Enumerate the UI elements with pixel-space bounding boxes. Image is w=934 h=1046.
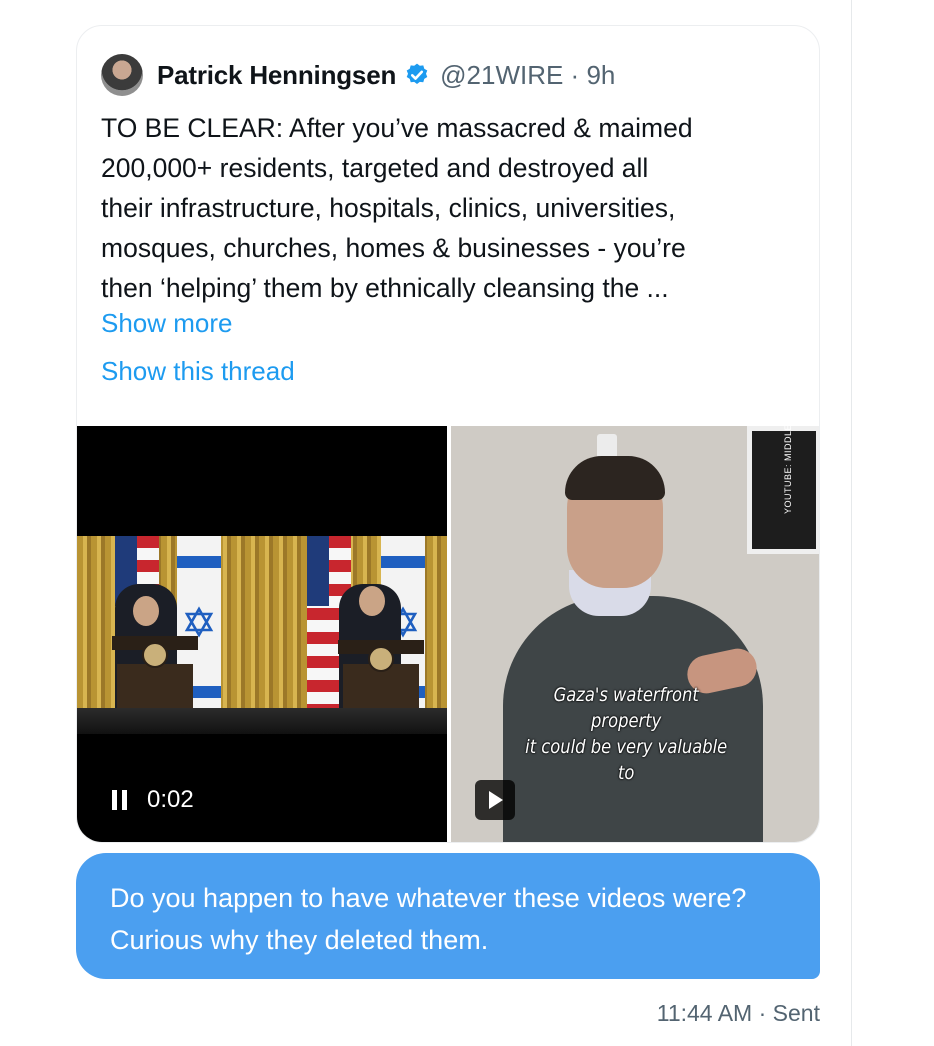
avatar[interactable] [101,54,143,96]
right-divider [851,0,852,1046]
show-more-link[interactable]: Show more [101,308,233,339]
tweet-header: Patrick Henningsen @21WIRE · 9h [101,54,615,96]
meta-separator: · [758,1000,767,1026]
message-bubble[interactable]: Do you happen to have whatever these vid… [76,853,820,979]
video-caption: Gaza's waterfront property it could be v… [525,684,728,784]
video-left[interactable]: 0:02 [77,426,447,842]
quoted-tweet-card[interactable]: Patrick Henningsen @21WIRE · 9h TO BE CL… [76,25,820,843]
play-icon [489,791,503,809]
star-icon [184,606,214,638]
video-left-frame [77,536,447,734]
author-name[interactable]: Patrick Henningsen [157,60,396,91]
handle-and-time: @21WIRE · 9h [440,59,616,90]
video-watermark: YOUTUBE: MIDDLE EAST INITIATIVE [783,426,793,514]
video-right[interactable]: YOUTUBE: MIDDLE EAST INITIATIVE Gaza's w… [451,426,819,842]
pause-icon[interactable] [111,790,129,810]
verified-badge-icon [406,63,428,84]
show-thread-link[interactable]: Show this thread [101,356,295,387]
video-elapsed-time: 0:02 [147,786,194,813]
message-status: Sent [772,1000,820,1026]
play-button[interactable] [475,780,515,820]
message-meta: 11:44 AM · Sent [657,1000,820,1027]
message-time: 11:44 AM [656,1000,753,1026]
tweet-text: TO BE CLEAR: After you’ve massacred & ma… [101,113,693,303]
